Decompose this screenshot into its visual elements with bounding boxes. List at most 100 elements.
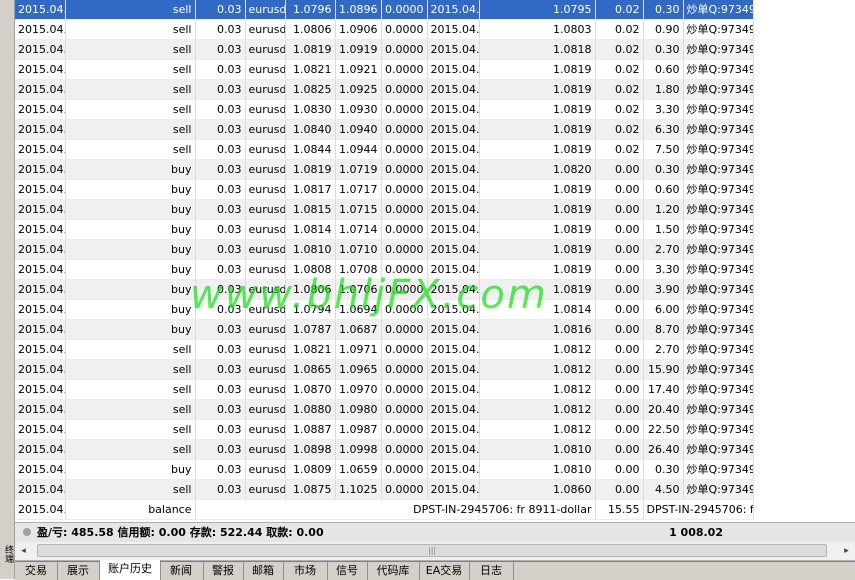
comment-cell: DPST-IN-2945706: fr 891 bbox=[643, 499, 754, 520]
tp-cell: 1.0930 bbox=[335, 99, 382, 120]
tab-8[interactable]: 代码库 bbox=[367, 562, 420, 580]
close-price-cell: 1.0860 bbox=[479, 479, 596, 500]
sl-cell: 0.0000 bbox=[381, 419, 428, 440]
close-price-cell: 1.0818 bbox=[479, 39, 596, 60]
size-cell: 0.03 bbox=[195, 259, 246, 280]
sl-cell: 0.0000 bbox=[381, 179, 428, 200]
tab-7[interactable]: 信号 bbox=[327, 562, 368, 580]
size-cell: 0.03 bbox=[195, 79, 246, 100]
symbol-cell: eurusd bbox=[245, 339, 286, 360]
type-cell: buy bbox=[65, 199, 196, 220]
tab-6[interactable]: 市场 bbox=[283, 562, 328, 580]
close-time-cell: 2015.04.24 00:38:34 bbox=[427, 39, 480, 60]
commission-cell: 0.00 bbox=[595, 439, 644, 460]
sl-cell: 0.0000 bbox=[381, 359, 428, 380]
open-time-cell: 2015.04.24 01:42:13 bbox=[15, 219, 66, 240]
tp-cell: 1.0659 bbox=[335, 459, 382, 480]
history-row[interactable]: 2015.04.23 19:04:38sell0.03eurusd1.08301… bbox=[15, 99, 855, 120]
tab-4[interactable]: 警报 bbox=[203, 562, 244, 580]
comment-cell: 炒单Q:9734994 Sell7 bbox=[683, 139, 754, 160]
size-cell: 0.03 bbox=[195, 19, 246, 40]
tab-1[interactable]: 展示 bbox=[57, 562, 100, 580]
price-cell: 1.0787 bbox=[285, 319, 336, 340]
history-row[interactable]: 2015.04.24 00:58:26buy0.03eurusd1.08171.… bbox=[15, 179, 855, 200]
scroll-right-arrow-icon[interactable]: ▸ bbox=[838, 542, 855, 560]
scrollbar-thumb[interactable]: ||| bbox=[37, 544, 827, 557]
symbol-cell: eurusd bbox=[245, 139, 286, 160]
history-row[interactable]: 2015.04.24 01:42:13buy0.03eurusd1.08141.… bbox=[15, 219, 855, 240]
profit-cell: 26.40 bbox=[643, 439, 684, 460]
history-row[interactable]: 2015.04.24 16:06:26buy0.03eurusd1.08091.… bbox=[15, 459, 855, 480]
commission-cell: 0.00 bbox=[595, 219, 644, 240]
type-cell: sell bbox=[65, 139, 196, 160]
price-cell: 1.0880 bbox=[285, 399, 336, 420]
size-cell: 0.03 bbox=[195, 299, 246, 320]
type-cell: sell bbox=[65, 359, 196, 380]
history-row[interactable]: 2015.04.24 09:23:42sell0.03eurusd1.08871… bbox=[15, 419, 855, 440]
history-row[interactable]: 2015.04.24 02:10:24buy0.03eurusd1.08101.… bbox=[15, 239, 855, 260]
close-price-cell: 1.0819 bbox=[479, 219, 596, 240]
sl-cell: 0.0000 bbox=[381, 199, 428, 220]
price-cell: 1.0810 bbox=[285, 239, 336, 260]
profit-cell: 3.30 bbox=[643, 259, 684, 280]
open-time-cell: 2015.04.24 05:08:46 bbox=[15, 299, 66, 320]
close-price-cell: 1.0795 bbox=[479, 0, 596, 20]
scroll-left-arrow-icon[interactable]: ◂ bbox=[15, 542, 32, 560]
close-price-cell: 1.0819 bbox=[479, 139, 596, 160]
size-cell: 0.03 bbox=[195, 99, 246, 120]
type-cell: buy bbox=[65, 299, 196, 320]
history-row[interactable]: 2015.04.23 16:31:21sell0.03eurusd1.07961… bbox=[15, 0, 855, 20]
horizontal-scrollbar[interactable]: ◂ ||| ▸ bbox=[15, 542, 855, 561]
tab-3[interactable]: 新闻 bbox=[159, 562, 204, 580]
tab-10[interactable]: 日志 bbox=[469, 562, 514, 580]
close-price-cell: 1.0819 bbox=[479, 99, 596, 120]
symbol-cell: eurusd bbox=[245, 419, 286, 440]
size-cell: 0.03 bbox=[195, 39, 246, 60]
tab-5[interactable]: 邮箱 bbox=[243, 562, 284, 580]
symbol-cell: eurusd bbox=[245, 219, 286, 240]
close-price-cell: 1.0812 bbox=[479, 339, 596, 360]
history-row[interactable]: 2015.04.23 19:30:04sell0.03eurusd1.08401… bbox=[15, 119, 855, 140]
history-row[interactable]: 2015.04.24 05:08:46buy0.03eurusd1.07941.… bbox=[15, 299, 855, 320]
open-time-cell: 2015.04.24 02:20:25 bbox=[15, 259, 66, 280]
sl-cell: 0.0000 bbox=[381, 239, 428, 260]
history-row[interactable]: 2015.04.24 02:20:25buy0.03eurusd1.08081.… bbox=[15, 259, 855, 280]
tab-2[interactable]: 账户历史 bbox=[99, 560, 161, 580]
open-time-cell: 2015.04.24 02:10:24 bbox=[15, 239, 66, 260]
symbol-cell: eurusd bbox=[245, 179, 286, 200]
history-row[interactable]: 2015.04.24 09:13:16sell0.03eurusd1.08801… bbox=[15, 399, 855, 420]
profit-cell: 15.90 bbox=[643, 359, 684, 380]
close-time-cell: 2015.04.24 16:06:23 bbox=[427, 439, 480, 460]
profit-cell: 0.30 bbox=[643, 0, 684, 20]
history-row[interactable]: 2015.04.23 20:27:14sell0.03eurusd1.08441… bbox=[15, 139, 855, 160]
history-row[interactable]: 2015.04.24 01:00:21buy0.03eurusd1.08151.… bbox=[15, 199, 855, 220]
size-cell: 0.03 bbox=[195, 139, 246, 160]
history-row[interactable]: 2015.04.24 17:02:27sell0.03eurusd1.08751… bbox=[15, 479, 855, 500]
comment-cell: 炒单Q:973499457 Buy7 bbox=[683, 159, 754, 180]
history-row[interactable]: 2015.04.23 16:46:31sell0.03eurusd1.08061… bbox=[15, 19, 855, 40]
history-row[interactable]: 2015.04.23 17:26:39sell0.03eurusd1.08191… bbox=[15, 39, 855, 60]
history-row[interactable]: 2015.04.23 18:32:03sell0.03eurusd1.08211… bbox=[15, 59, 855, 80]
history-row[interactable]: 2015.04.24 04:55:09buy0.03eurusd1.08061.… bbox=[15, 279, 855, 300]
commission-cell: 0.00 bbox=[595, 459, 644, 480]
commission-cell: 0.00 bbox=[595, 419, 644, 440]
balance-row[interactable]: 2015.04.25 05:06:35balanceDPST-IN-294570… bbox=[15, 499, 855, 520]
history-row[interactable]: 2015.04.24 05:37:56buy0.03eurusd1.07871.… bbox=[15, 319, 855, 340]
history-row[interactable]: 2015.04.24 00:37:09buy0.03eurusd1.08191.… bbox=[15, 159, 855, 180]
open-time-cell: 2015.04.24 04:55:09 bbox=[15, 279, 66, 300]
tab-0[interactable]: 交易 bbox=[15, 562, 58, 580]
open-time-cell: 2015.04.23 19:30:04 bbox=[15, 119, 66, 140]
tp-cell: 1.0714 bbox=[335, 219, 382, 240]
history-row[interactable]: 2015.04.24 08:48:58sell0.03eurusd1.08701… bbox=[15, 379, 855, 400]
comment-cell: 炒单Q:9734994 Sell6 bbox=[683, 99, 754, 120]
type-cell: buy bbox=[65, 219, 196, 240]
terminal-side-strip[interactable]: 终端 bbox=[0, 0, 15, 579]
symbol-cell: eurusd bbox=[245, 459, 286, 480]
history-row[interactable]: 2015.04.24 08:40:30sell0.03eurusd1.08651… bbox=[15, 359, 855, 380]
history-row[interactable]: 2015.04.23 18:50:48sell0.03eurusd1.08251… bbox=[15, 79, 855, 100]
tab-9[interactable]: EA交易 bbox=[419, 562, 470, 580]
open-time-cell: 2015.04.23 17:26:39 bbox=[15, 39, 66, 60]
price-cell: 1.0821 bbox=[285, 339, 336, 360]
history-row[interactable]: 2015.04.24 10:31:04sell0.03eurusd1.08981… bbox=[15, 439, 855, 460]
history-row[interactable]: 2015.04.24 08:21:29sell0.03eurusd1.08211… bbox=[15, 339, 855, 360]
